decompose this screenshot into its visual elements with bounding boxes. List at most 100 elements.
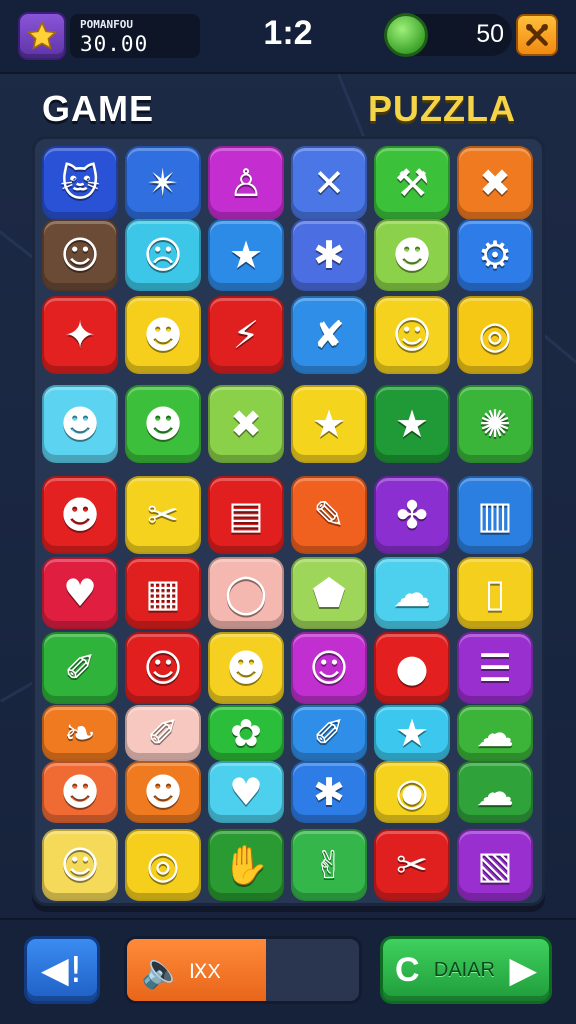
- star-icon: [26, 20, 58, 50]
- tile[interactable]: ❧: [42, 705, 118, 761]
- tile-icon: ☻: [60, 770, 100, 814]
- tile[interactable]: ◎: [457, 296, 533, 374]
- tile[interactable]: ☻: [208, 632, 284, 704]
- tile[interactable]: ♥: [208, 761, 284, 823]
- tile[interactable]: ✴: [125, 146, 201, 220]
- tile-icon: ♥: [62, 571, 98, 615]
- tile-icon: ✿: [230, 711, 262, 755]
- next-label: DAIAR: [433, 958, 495, 981]
- tile[interactable]: ★: [208, 219, 284, 291]
- tile[interactable]: ✘: [291, 296, 367, 374]
- tile-icon: ⚡: [232, 313, 260, 357]
- tile[interactable]: ☺: [291, 632, 367, 704]
- tile[interactable]: ◎: [125, 829, 201, 901]
- title-right: PUZZLA: [368, 88, 516, 129]
- volume-slider[interactable]: 🔈 ⅨX: [124, 936, 362, 1004]
- tile[interactable]: ✂: [125, 476, 201, 554]
- tile[interactable]: ⚙: [457, 219, 533, 291]
- tile[interactable]: ☻: [125, 296, 201, 374]
- tile[interactable]: ✿: [208, 705, 284, 761]
- tile-icon: ✌: [313, 843, 345, 887]
- tile[interactable]: ⚒: [374, 146, 450, 220]
- tile[interactable]: ✐: [42, 632, 118, 704]
- tile-icon: 🐱: [60, 161, 100, 205]
- tile-icon: ✂: [396, 843, 428, 887]
- tile-icon: ✐: [64, 646, 96, 690]
- next-c-letter: C: [395, 950, 420, 989]
- tile[interactable]: ♙: [208, 146, 284, 220]
- back-arrow-icon: ◀!: [40, 949, 84, 991]
- tile[interactable]: ●: [374, 632, 450, 704]
- tile[interactable]: ☰: [457, 632, 533, 704]
- tile-icon: ✱: [313, 233, 345, 277]
- tile[interactable]: ✎: [291, 476, 367, 554]
- back-button[interactable]: ◀!: [24, 936, 100, 1004]
- tile[interactable]: ⚡: [208, 296, 284, 374]
- tile[interactable]: ☻: [42, 385, 118, 463]
- tile-icon: ★: [394, 711, 430, 755]
- tile-icon: ☺: [60, 233, 100, 277]
- tile[interactable]: ✦: [42, 296, 118, 374]
- tile-icon: ✎: [313, 493, 345, 537]
- tile[interactable]: ✂: [374, 829, 450, 901]
- tile-icon: ☻: [60, 493, 100, 537]
- tile[interactable]: ☁: [457, 705, 533, 761]
- tile[interactable]: ★: [374, 705, 450, 761]
- tile-icon: ◯: [224, 571, 268, 615]
- tile-icon: ★: [394, 402, 430, 446]
- tile[interactable]: ☻: [42, 761, 118, 823]
- tile[interactable]: ✋: [208, 829, 284, 901]
- tile[interactable]: ▦: [125, 557, 201, 629]
- tile-icon: ◎: [478, 313, 512, 357]
- tile[interactable]: ⬟: [291, 557, 367, 629]
- tile[interactable]: ☻: [125, 385, 201, 463]
- tile[interactable]: ★: [374, 385, 450, 463]
- tile[interactable]: ▤: [208, 476, 284, 554]
- tile[interactable]: ☺: [42, 219, 118, 291]
- tile[interactable]: ✌: [291, 829, 367, 901]
- tile[interactable]: ☺: [125, 632, 201, 704]
- tile[interactable]: ☁: [457, 761, 533, 823]
- coin-count: 50: [476, 20, 504, 48]
- tile-icon: ☻: [143, 402, 183, 446]
- tile[interactable]: ▧: [457, 829, 533, 901]
- tile[interactable]: ✐: [291, 705, 367, 761]
- tile[interactable]: ✱: [291, 219, 367, 291]
- tile[interactable]: ★: [291, 385, 367, 463]
- star-button[interactable]: [18, 12, 66, 60]
- tile[interactable]: 🐱: [42, 146, 118, 220]
- tile-icon: ❧: [64, 711, 96, 755]
- next-button[interactable]: C DAIAR ▶: [380, 936, 552, 1004]
- tile[interactable]: ♥: [42, 557, 118, 629]
- tile[interactable]: ✖: [457, 146, 533, 220]
- settings-button[interactable]: [516, 14, 558, 56]
- tile[interactable]: ✺: [457, 385, 533, 463]
- tile[interactable]: ☻: [125, 761, 201, 823]
- score-panel: POMANFOU 30.00: [70, 14, 200, 58]
- tile[interactable]: ◉: [374, 761, 450, 823]
- coin-counter: 50: [384, 13, 512, 57]
- tile[interactable]: ✖: [208, 385, 284, 463]
- crossed-tools-icon: [526, 24, 548, 46]
- tile[interactable]: ☺: [374, 296, 450, 374]
- tile[interactable]: ✱: [291, 761, 367, 823]
- tile[interactable]: ☻: [374, 219, 450, 291]
- tile[interactable]: ◯: [208, 557, 284, 629]
- tile[interactable]: ☹: [125, 219, 201, 291]
- tile-icon: ☺: [60, 843, 100, 887]
- tile[interactable]: ☺: [42, 829, 118, 901]
- tile-icon: ✐: [147, 711, 179, 755]
- tile-icon: ✋: [222, 843, 270, 887]
- tile-icon: ☰: [477, 646, 513, 690]
- tile[interactable]: ☁: [374, 557, 450, 629]
- tile[interactable]: ✕: [291, 146, 367, 220]
- tile[interactable]: ☻: [42, 476, 118, 554]
- score-label: POMANFOU: [80, 18, 133, 31]
- tile[interactable]: ▯: [457, 557, 533, 629]
- tile[interactable]: ✤: [374, 476, 450, 554]
- tile-icon: ☺: [309, 646, 349, 690]
- tile[interactable]: ✐: [125, 705, 201, 761]
- tile[interactable]: ▥: [457, 476, 533, 554]
- tile-icon: ✖: [479, 161, 511, 205]
- tile-icon: ☻: [143, 313, 183, 357]
